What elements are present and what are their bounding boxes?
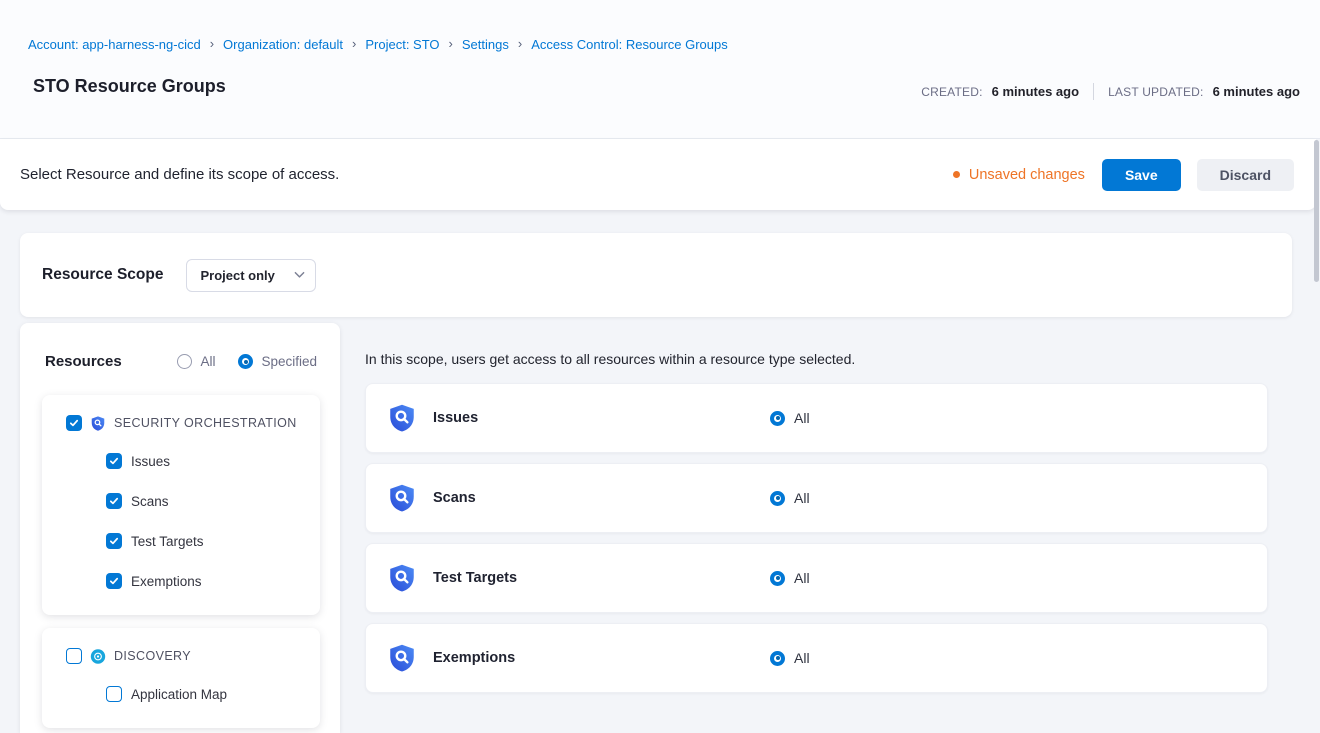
access-radio-scans[interactable]: All	[770, 490, 810, 506]
breadcrumb-item-access-control-resource-groups[interactable]: Access Control: Resource Groups	[531, 37, 728, 52]
resource-card-test-targets: Test Targets All	[365, 543, 1268, 613]
last-updated-value: 6 minutes ago	[1213, 84, 1300, 99]
child-row-application-map: Application Map	[42, 674, 320, 714]
discovery-icon	[90, 648, 106, 665]
access-radio-label: All	[794, 410, 810, 426]
radio-unselected-icon	[177, 354, 192, 369]
radio-selected-icon	[238, 354, 253, 369]
created-value: 6 minutes ago	[992, 84, 1079, 99]
resource-card-title: Issues	[433, 410, 478, 426]
page-title: STO Resource Groups	[33, 76, 226, 97]
toolbar-description: Select Resource and define its scope of …	[20, 166, 339, 183]
resource-card-scans: Scans All	[365, 463, 1268, 533]
access-radio-test-targets[interactable]: All	[770, 570, 810, 586]
sto-shield-icon	[387, 562, 417, 594]
breadcrumb-item-settings[interactable]: Settings	[462, 37, 509, 52]
resource-scope-panel: Resource Scope Project only	[20, 233, 1292, 317]
resources-radio-all[interactable]: All	[177, 354, 215, 369]
child-row-issues: Issues	[42, 441, 320, 481]
checkbox-test-targets[interactable]	[106, 533, 122, 549]
resource-card-title: Scans	[433, 490, 476, 506]
child-label: Exemptions	[131, 574, 202, 589]
header-meta: CREATED: 6 minutes ago LAST UPDATED: 6 m…	[921, 83, 1300, 100]
breadcrumb-separator-icon: ›	[352, 36, 356, 51]
resource-card-title: Exemptions	[433, 650, 515, 666]
checkbox-scans[interactable]	[106, 493, 122, 509]
checkbox-issues[interactable]	[106, 453, 122, 469]
breadcrumb-item-project-sto[interactable]: Project: STO	[365, 37, 439, 52]
group-label: SECURITY ORCHESTRATION	[114, 416, 297, 430]
access-radio-exemptions[interactable]: All	[770, 650, 810, 666]
access-radio-issues[interactable]: All	[770, 410, 810, 426]
sto-shield-icon	[387, 402, 417, 434]
breadcrumb-separator-icon: ›	[518, 36, 522, 51]
child-row-test-targets: Test Targets	[42, 521, 320, 561]
breadcrumb-item-organization-default[interactable]: Organization: default	[223, 37, 343, 52]
radio-label: All	[200, 354, 215, 369]
resource-card-issues: Issues All	[365, 383, 1268, 453]
resource-card-title: Test Targets	[433, 570, 517, 586]
resource-scope-selected-value: Project only	[200, 268, 274, 283]
sto-shield-icon	[387, 482, 417, 514]
radio-selected-icon	[770, 651, 785, 666]
group-label: DISCOVERY	[114, 649, 191, 663]
child-label: Scans	[131, 494, 169, 509]
access-radio-label: All	[794, 570, 810, 586]
toolbar-actions: Unsaved changes Save Discard	[953, 159, 1294, 191]
save-button[interactable]: Save	[1102, 159, 1181, 191]
checkbox-security-orchestration[interactable]	[66, 415, 82, 431]
resource-scope-dropdown[interactable]: Project only	[186, 259, 316, 292]
radio-selected-icon	[770, 411, 785, 426]
unsaved-changes-dot-icon	[953, 171, 960, 178]
resource-scope-label: Resource Scope	[42, 266, 163, 284]
last-updated-label: LAST UPDATED:	[1108, 85, 1204, 99]
child-label: Issues	[131, 454, 170, 469]
resources-sidebar-panel: Resources All Specified SECURITY ORCHESTR…	[20, 323, 340, 733]
access-radio-label: All	[794, 490, 810, 506]
checkbox-exemptions[interactable]	[106, 573, 122, 589]
page-header: Account: app-harness-ng-cicd › Organizatio…	[0, 0, 1320, 139]
radio-selected-icon	[770, 571, 785, 586]
sto-shield-icon	[90, 415, 106, 432]
breadcrumb-separator-icon: ›	[449, 36, 453, 51]
resource-group-card-security-orchestration: SECURITY ORCHESTRATION Issues Scans Test Ta…	[42, 395, 320, 615]
breadcrumb-item-account-app-harness-ng-cicd[interactable]: Account: app-harness-ng-cicd	[28, 37, 201, 52]
resource-group-detail-page: Account: app-harness-ng-cicd › Organizatio…	[0, 0, 1320, 733]
radio-selected-icon	[770, 491, 785, 506]
resources-scope-radio-group: All Specified	[177, 354, 317, 369]
child-row-exemptions: Exemptions	[42, 561, 320, 601]
resources-radio-specified[interactable]: Specified	[238, 354, 317, 369]
sto-shield-icon	[387, 642, 417, 674]
group-row-discovery: DISCOVERY	[42, 638, 320, 674]
breadcrumb-separator-icon: ›	[210, 36, 214, 51]
resource-groups-tree: SECURITY ORCHESTRATION Issues Scans Test Ta…	[42, 395, 320, 728]
radio-label: Specified	[261, 354, 317, 369]
resources-title: Resources	[45, 353, 122, 370]
chevron-down-icon	[294, 271, 305, 279]
checkbox-discovery[interactable]	[66, 648, 82, 664]
discard-button[interactable]: Discard	[1197, 159, 1294, 191]
vertical-scrollbar[interactable]	[1314, 140, 1319, 282]
action-toolbar: Select Resource and define its scope of …	[0, 139, 1316, 210]
child-label: Application Map	[131, 687, 227, 702]
scope-description: In this scope, users get access to all r…	[365, 351, 855, 367]
resource-cards-list: IssuesAllScansAllTest TargetsAllExemptio…	[365, 383, 1268, 693]
resource-card-exemptions: Exemptions All	[365, 623, 1268, 693]
group-row-security-orchestration: SECURITY ORCHESTRATION	[42, 405, 320, 441]
breadcrumb: Account: app-harness-ng-cicd › Organizatio…	[28, 37, 728, 52]
created-label: CREATED:	[921, 85, 982, 99]
unsaved-changes-text: Unsaved changes	[969, 167, 1085, 183]
resources-header: Resources All Specified	[45, 353, 317, 370]
checkbox-application-map[interactable]	[106, 686, 122, 702]
child-label: Test Targets	[131, 534, 204, 549]
meta-divider	[1093, 83, 1094, 100]
access-radio-label: All	[794, 650, 810, 666]
child-row-scans: Scans	[42, 481, 320, 521]
resource-group-card-discovery: DISCOVERY Application Map	[42, 628, 320, 728]
